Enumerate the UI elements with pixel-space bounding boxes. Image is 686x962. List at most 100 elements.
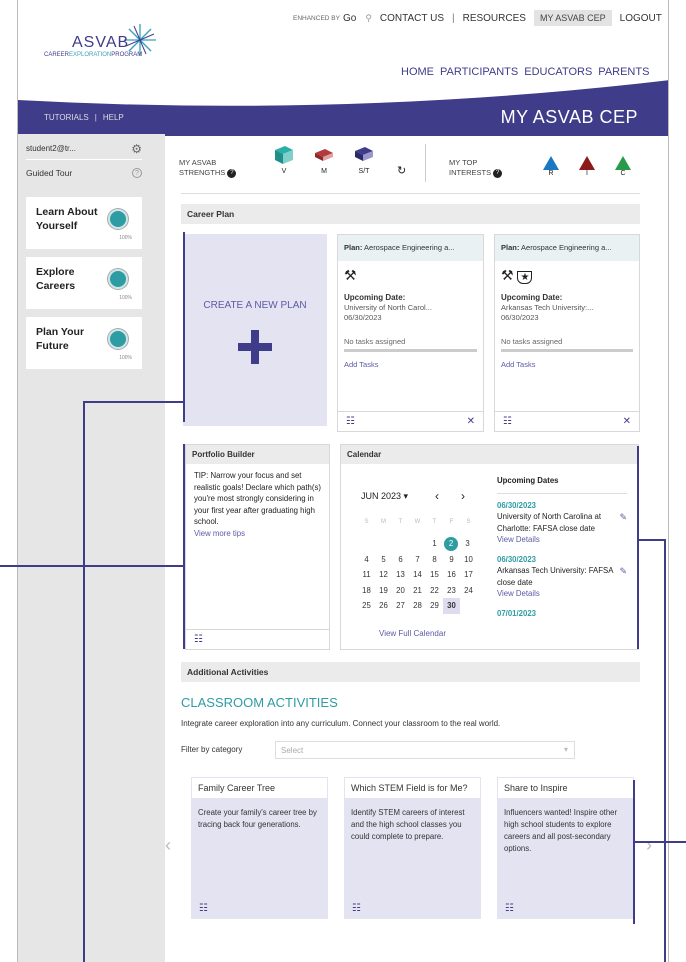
book-icon-verbal[interactable]: V: [273, 144, 295, 175]
calendar-day[interactable]: 15: [426, 567, 443, 583]
search-enhanced[interactable]: ENHANCED BY Go ⚲: [293, 13, 372, 24]
add-tasks-link[interactable]: Add Tasks: [338, 352, 483, 377]
calendar-day[interactable]: 27: [392, 598, 409, 614]
category-select[interactable]: Select: [275, 741, 575, 759]
logout-link[interactable]: LOGOUT: [620, 13, 662, 24]
calendar-day[interactable]: 6: [392, 552, 409, 568]
activity-card-family[interactable]: Family Career Tree Create your family's …: [191, 777, 328, 919]
calendar-day[interactable]: 17: [460, 567, 477, 583]
calendar-day[interactable]: 29: [426, 598, 443, 614]
list-icon[interactable]: ☷: [503, 416, 512, 427]
plan-name: Aerospace Engineering a...: [364, 243, 455, 252]
calendar-day[interactable]: 1: [426, 536, 443, 552]
list-icon[interactable]: ☷: [497, 899, 634, 919]
enhanced-label: ENHANCED BY: [293, 14, 340, 22]
help-link[interactable]: HELP: [103, 113, 124, 122]
contact-us-link[interactable]: CONTACT US: [380, 13, 444, 24]
edit-icon[interactable]: ✎: [619, 512, 627, 524]
book-icon-math[interactable]: M: [313, 144, 335, 175]
list-icon[interactable]: ☷: [194, 634, 203, 645]
strengths-label-l1: MY ASVAB: [179, 158, 217, 167]
sidebar-card-plan[interactable]: Plan Your Future 100%: [26, 317, 142, 369]
callout-line: [83, 401, 85, 962]
activity-card-stem[interactable]: Which STEM Field is for Me? Identify STE…: [344, 777, 481, 919]
calendar-day[interactable]: 14: [409, 567, 426, 583]
calendar-day[interactable]: 4: [358, 552, 375, 568]
event-item: 06/30/2023 Arkansas Tech University: FAF…: [497, 554, 627, 600]
activity-card-share[interactable]: Share to Inspire Influencers wanted! Ins…: [497, 777, 634, 919]
calendar-day[interactable]: 16: [443, 567, 460, 583]
calendar-day[interactable]: 11: [358, 567, 375, 583]
calendar-day[interactable]: 18: [358, 583, 375, 599]
triangle-icon-i[interactable]: I: [579, 156, 595, 177]
plan-card-2[interactable]: Plan: Aerospace Engineering a... ⚒ ★ Upc…: [494, 234, 640, 432]
calendar-day[interactable]: 28: [409, 598, 426, 614]
strengths-help-icon[interactable]: ?: [227, 168, 237, 178]
refresh-icon[interactable]: ↻: [397, 164, 406, 177]
calendar-day[interactable]: 8: [426, 552, 443, 568]
list-icon[interactable]: ☷: [346, 416, 355, 427]
sidebar-card-explore[interactable]: Explore Careers 100%: [26, 257, 142, 309]
calendar-day[interactable]: 12: [375, 567, 392, 583]
calendar-day[interactable]: 25: [358, 598, 375, 614]
view-details-link[interactable]: View Details: [497, 534, 613, 546]
prev-chevron-icon[interactable]: ‹: [165, 835, 171, 856]
list-icon[interactable]: ☷: [191, 899, 328, 919]
callout-line: [633, 780, 635, 924]
callout-line: [637, 446, 639, 649]
calendar-day[interactable]: 26: [375, 598, 392, 614]
help-icon[interactable]: ?: [132, 168, 142, 178]
gear-icon[interactable]: ⚙: [131, 142, 142, 156]
create-plan-card[interactable]: CREATE A NEW PLAN: [183, 234, 327, 426]
triangle-icon-c[interactable]: C: [615, 156, 631, 177]
nav-educators[interactable]: EDUCATORS: [524, 66, 592, 78]
event-date: 07/01/2023: [497, 608, 537, 616]
nav-home[interactable]: HOME: [401, 66, 434, 78]
triangle-icon-r[interactable]: R: [543, 156, 559, 177]
strengths-label: MY ASVAB STRENGTHS ?: [179, 158, 237, 178]
nav-parents[interactable]: PARENTS: [598, 66, 649, 78]
plan-card-1[interactable]: Plan: Aerospace Engineering a... ⚒ Upcom…: [337, 234, 484, 432]
view-full-calendar-link[interactable]: View Full Calendar: [379, 629, 446, 638]
search-icon[interactable]: ⚲: [365, 13, 372, 24]
calendar-day[interactable]: 9: [443, 552, 460, 568]
close-icon[interactable]: ✕: [467, 416, 475, 427]
next-month-icon[interactable]: ›: [461, 489, 465, 503]
view-more-tips-link[interactable]: View more tips: [194, 528, 321, 540]
calendar-day[interactable]: 19: [375, 583, 392, 599]
resources-link[interactable]: RESOURCES: [463, 13, 526, 24]
plan-label: Plan:: [501, 243, 520, 252]
prev-month-icon[interactable]: ‹: [435, 489, 439, 503]
calendar-day[interactable]: 21: [409, 583, 426, 599]
month-selector[interactable]: JUN 2023 ▾: [361, 491, 408, 502]
my-asvab-cep-button[interactable]: MY ASVAB CEP: [533, 10, 612, 26]
guided-tour[interactable]: Guided Tour?: [26, 162, 142, 184]
calendar-day[interactable]: 22: [426, 583, 443, 599]
view-details-link[interactable]: View Details: [497, 588, 613, 600]
calendar-day[interactable]: 10: [460, 552, 477, 568]
calendar-day[interactable]: 5: [375, 552, 392, 568]
calendar-day[interactable]: 24: [460, 583, 477, 599]
plan-title: Plan: Aerospace Engineering a...: [495, 235, 639, 261]
tutorials-link[interactable]: TUTORIALS: [44, 113, 89, 122]
list-icon[interactable]: ☷: [344, 899, 481, 919]
book-icon-science[interactable]: S/T: [353, 144, 375, 175]
close-icon[interactable]: ✕: [623, 416, 631, 427]
calendar-day[interactable]: 3: [459, 536, 476, 552]
event-item: 07/01/2023: [497, 608, 627, 616]
sidebar-card-learn[interactable]: Learn About Yourself 100%: [26, 197, 142, 249]
progress-circle-icon: [108, 269, 128, 289]
calendar-day[interactable]: 20: [392, 583, 409, 599]
edit-icon[interactable]: ✎: [619, 566, 627, 578]
calendar-day-event[interactable]: 30: [443, 598, 460, 614]
calendar-day[interactable]: 7: [409, 552, 426, 568]
interests-help-icon[interactable]: ?: [493, 168, 503, 178]
calendar-day-today[interactable]: 2: [444, 537, 458, 551]
next-chevron-icon[interactable]: ›: [646, 835, 652, 856]
user-account[interactable]: student2@tr... ⚙: [26, 138, 142, 160]
nav-participants[interactable]: PARTICIPANTS: [440, 66, 518, 78]
add-tasks-link[interactable]: Add Tasks: [495, 352, 639, 377]
calendar-day[interactable]: 23: [443, 583, 460, 599]
day-header: F: [449, 519, 454, 525]
calendar-day[interactable]: 13: [392, 567, 409, 583]
